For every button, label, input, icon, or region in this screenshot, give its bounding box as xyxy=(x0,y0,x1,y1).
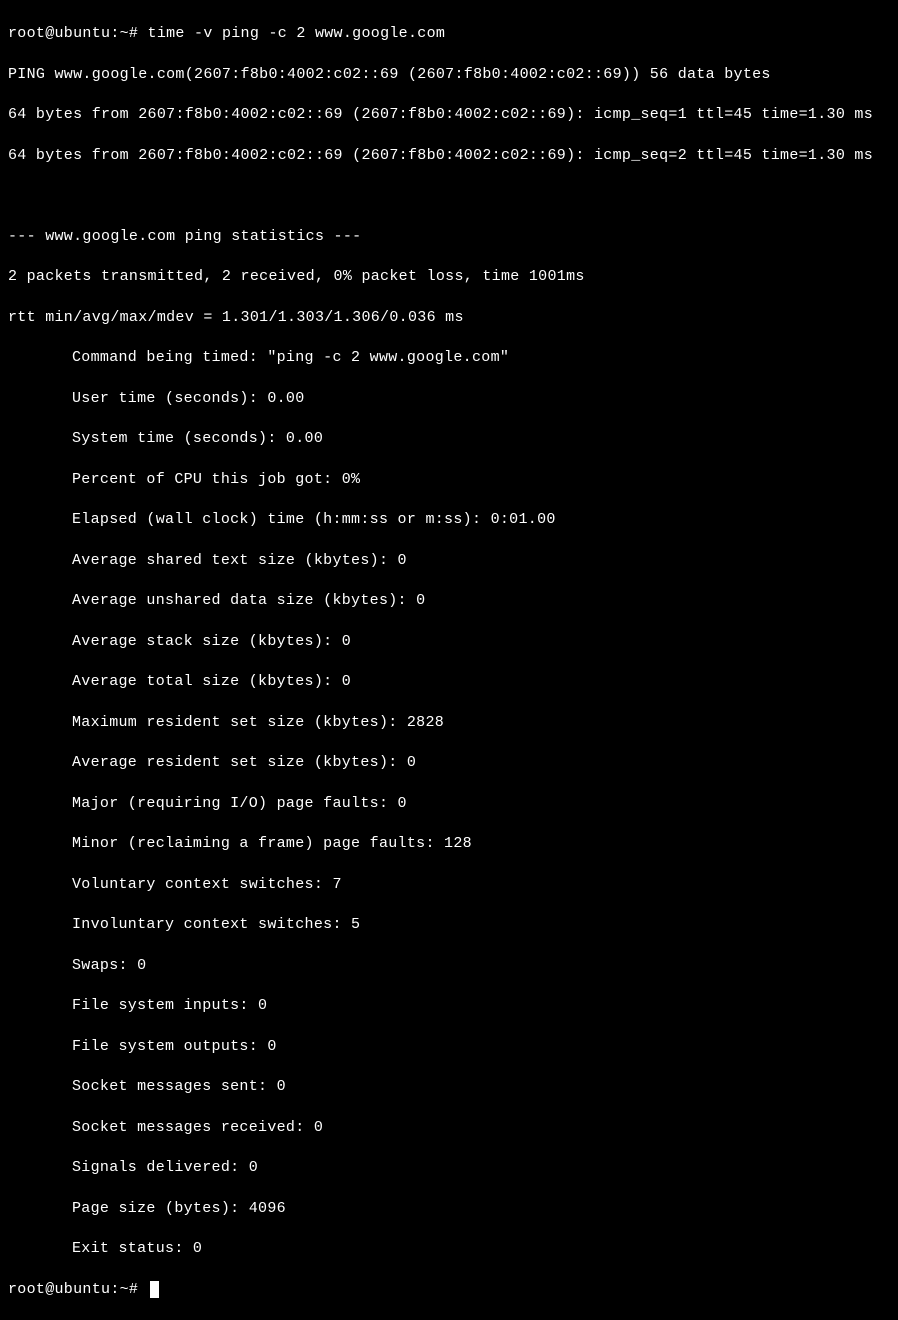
time-sock-recv: Socket messages received: 0 xyxy=(8,1118,890,1138)
time-swaps: Swaps: 0 xyxy=(8,956,890,976)
ping-reply: 64 bytes from 2607:f8b0:4002:c02::69 (26… xyxy=(8,105,890,125)
time-percent-cpu: Percent of CPU this job got: 0% xyxy=(8,470,890,490)
time-fs-outputs: File system outputs: 0 xyxy=(8,1037,890,1057)
time-exit-status: Exit status: 0 xyxy=(8,1239,890,1259)
shell-prompt: root@ubuntu:~# xyxy=(8,1280,148,1300)
shell-prompt: root@ubuntu:~# xyxy=(8,25,148,42)
time-avg-stack: Average stack size (kbytes): 0 xyxy=(8,632,890,652)
time-sock-sent: Socket messages sent: 0 xyxy=(8,1077,890,1097)
time-command-being-timed: Command being timed: "ping -c 2 www.goog… xyxy=(8,348,890,368)
ping-reply: 64 bytes from 2607:f8b0:4002:c02::69 (26… xyxy=(8,146,890,166)
time-major-faults: Major (requiring I/O) page faults: 0 xyxy=(8,794,890,814)
time-fs-inputs: File system inputs: 0 xyxy=(8,996,890,1016)
blank-line xyxy=(8,186,890,206)
time-avg-unshared-data: Average unshared data size (kbytes): 0 xyxy=(8,591,890,611)
ping-header: PING www.google.com(2607:f8b0:4002:c02::… xyxy=(8,65,890,85)
shell-prompt-active[interactable]: root@ubuntu:~# xyxy=(8,1280,890,1300)
ping-stats-summary: 2 packets transmitted, 2 received, 0% pa… xyxy=(8,267,890,287)
time-user-time: User time (seconds): 0.00 xyxy=(8,389,890,409)
time-avg-shared-text: Average shared text size (kbytes): 0 xyxy=(8,551,890,571)
time-avg-rss: Average resident set size (kbytes): 0 xyxy=(8,753,890,773)
time-max-rss: Maximum resident set size (kbytes): 2828 xyxy=(8,713,890,733)
time-page-size: Page size (bytes): 4096 xyxy=(8,1199,890,1219)
time-minor-faults: Minor (reclaiming a frame) page faults: … xyxy=(8,834,890,854)
terminal-output[interactable]: root@ubuntu:~# time -v ping -c 2 www.goo… xyxy=(8,4,890,1320)
ping-rtt: rtt min/avg/max/mdev = 1.301/1.303/1.306… xyxy=(8,308,890,328)
time-elapsed: Elapsed (wall clock) time (h:mm:ss or m:… xyxy=(8,510,890,530)
command-line: root@ubuntu:~# time -v ping -c 2 www.goo… xyxy=(8,24,890,44)
cursor-icon xyxy=(150,1281,159,1298)
time-avg-total: Average total size (kbytes): 0 xyxy=(8,672,890,692)
command-text: time -v ping -c 2 www.google.com xyxy=(148,25,446,42)
time-involuntary-ctx: Involuntary context switches: 5 xyxy=(8,915,890,935)
ping-stats-header: --- www.google.com ping statistics --- xyxy=(8,227,890,247)
time-signals: Signals delivered: 0 xyxy=(8,1158,890,1178)
time-system-time: System time (seconds): 0.00 xyxy=(8,429,890,449)
time-voluntary-ctx: Voluntary context switches: 7 xyxy=(8,875,890,895)
